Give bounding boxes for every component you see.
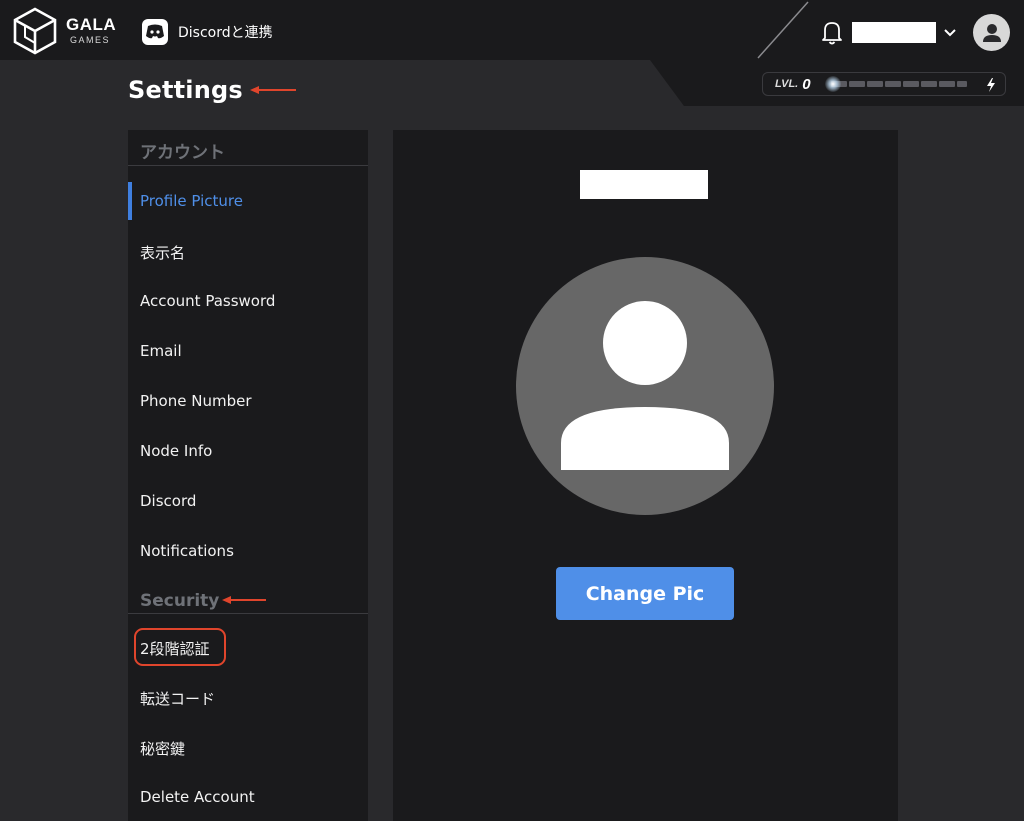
logo-subtext: GAMES bbox=[70, 35, 111, 45]
annotation-arrow-security bbox=[222, 596, 266, 604]
user-avatar-button[interactable] bbox=[973, 14, 1010, 51]
lightning-bolt-icon bbox=[985, 77, 997, 93]
sidebar-item-transfer-code[interactable]: 転送コード bbox=[128, 678, 368, 716]
annotation-highlight-circle bbox=[134, 628, 226, 666]
default-avatar-icon bbox=[561, 301, 729, 470]
level-label: LVL. bbox=[775, 78, 799, 90]
annotation-arrow-title bbox=[250, 86, 296, 94]
sidebar-item-label: Email bbox=[140, 342, 182, 360]
chevron-down-icon[interactable] bbox=[942, 24, 958, 40]
username-redacted bbox=[852, 22, 936, 43]
display-name-redacted bbox=[580, 170, 708, 199]
sidebar-item-label: Delete Account bbox=[140, 788, 255, 806]
sidebar-item-label: 秘密鍵 bbox=[140, 740, 186, 758]
level-progress-glow bbox=[825, 76, 841, 92]
sidebar-item-label: Discord bbox=[140, 492, 197, 510]
logo-wordmark: GALA bbox=[66, 15, 117, 34]
sidebar-item-node-info[interactable]: Node Info bbox=[128, 432, 368, 470]
section-header-account-label: アカウント bbox=[140, 143, 225, 163]
sidebar-item-account-password[interactable]: Account Password bbox=[128, 282, 368, 320]
sidebar-item-email[interactable]: Email bbox=[128, 332, 368, 370]
sidebar-item-private-key[interactable]: 秘密鍵 bbox=[128, 728, 368, 766]
sidebar-item-label: Notifications bbox=[140, 542, 234, 560]
discord-connect-link[interactable]: Discordと連携 bbox=[142, 18, 273, 46]
sidebar-item-label: Profile Picture bbox=[140, 192, 243, 210]
page-title: Settings bbox=[128, 76, 243, 104]
discord-connect-label: Discordと連携 bbox=[178, 25, 273, 41]
sidebar-item-delete-account[interactable]: Delete Account bbox=[128, 778, 368, 816]
sidebar-item-label: 表示名 bbox=[140, 244, 186, 262]
change-pic-button[interactable]: Change Pic bbox=[556, 567, 734, 620]
sidebar-item-profile-picture[interactable]: Profile Picture bbox=[128, 182, 368, 220]
profile-picture bbox=[516, 257, 774, 515]
discord-icon bbox=[142, 19, 168, 45]
sidebar-item-discord[interactable]: Discord bbox=[128, 482, 368, 520]
section-header-security-label: Security bbox=[140, 591, 220, 611]
level-progress-bar bbox=[825, 76, 967, 92]
profile-picture-panel: Change Pic bbox=[393, 130, 898, 821]
gala-logo-icon[interactable] bbox=[12, 7, 58, 55]
sidebar-item-label: 転送コード bbox=[140, 690, 216, 708]
level-value: 0 bbox=[802, 75, 811, 93]
sidebar-item-label: Node Info bbox=[140, 442, 213, 460]
user-avatar-icon bbox=[982, 23, 1001, 42]
sidebar-item-notifications[interactable]: Notifications bbox=[128, 532, 368, 570]
sidebar-item-display-name[interactable]: 表示名 bbox=[128, 232, 368, 270]
sidebar-item-label: Account Password bbox=[140, 292, 276, 310]
sidebar-item-phone-number[interactable]: Phone Number bbox=[128, 382, 368, 420]
sidebar-item-label: Phone Number bbox=[140, 392, 252, 410]
settings-sidebar: アカウント Profile Picture 表示名 Account Passwo… bbox=[128, 130, 368, 821]
level-indicator: LVL. 0 bbox=[762, 72, 1006, 96]
section-header-account: アカウント bbox=[128, 130, 368, 166]
bell-icon[interactable] bbox=[818, 18, 846, 46]
